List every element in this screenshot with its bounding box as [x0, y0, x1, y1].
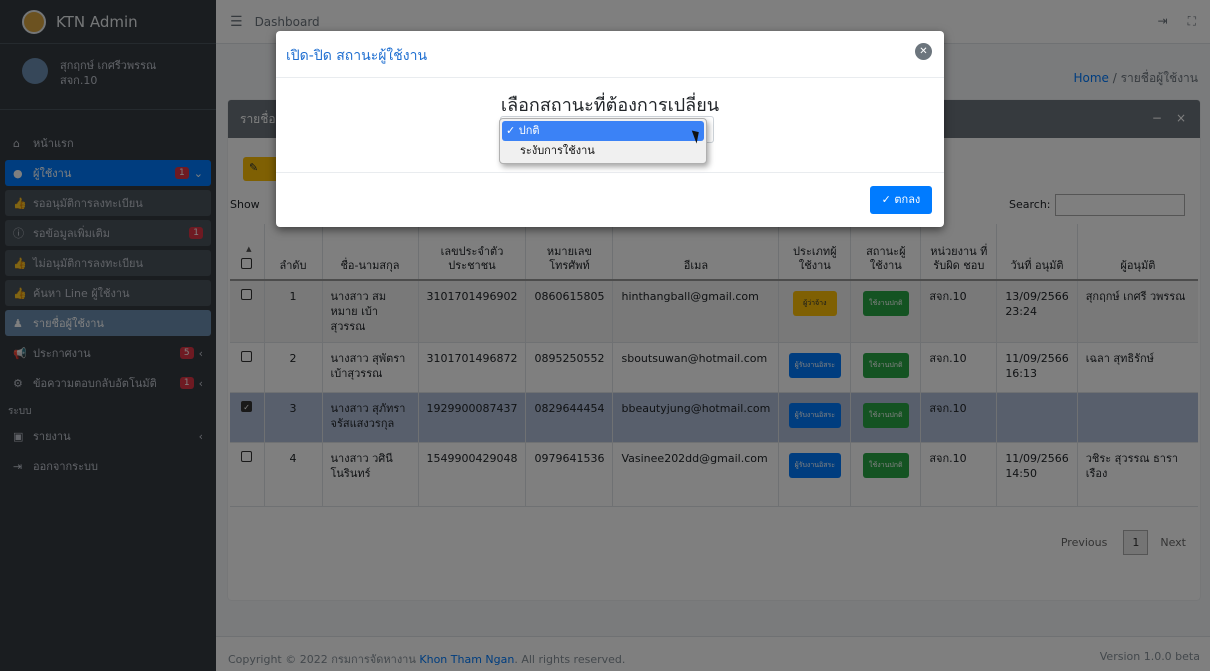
modal-header: เปิด-ปิด สถานะผู้ใช้งาน ✕: [276, 31, 944, 78]
status-option[interactable]: ระงับการใช้งาน: [502, 141, 704, 161]
status-dropdown-list: ✓ ปกติ ระงับการใช้งาน: [499, 118, 707, 164]
ok-button[interactable]: ✓ ตกลง: [870, 186, 932, 214]
modal-body: เลือกสถานะที่ต้องการเปลี่ยน ✓ ปกติ ระงับ…: [276, 78, 944, 173]
status-modal: เปิด-ปิด สถานะผู้ใช้งาน ✕ เลือกสถานะที่ต…: [276, 31, 944, 227]
modal-heading: เลือกสถานะที่ต้องการเปลี่ยน: [500, 95, 720, 116]
modal-title: เปิด-ปิด สถานะผู้ใช้งาน: [286, 48, 428, 64]
close-icon[interactable]: ✕: [915, 43, 932, 60]
status-option[interactable]: ✓ ปกติ: [502, 121, 704, 141]
